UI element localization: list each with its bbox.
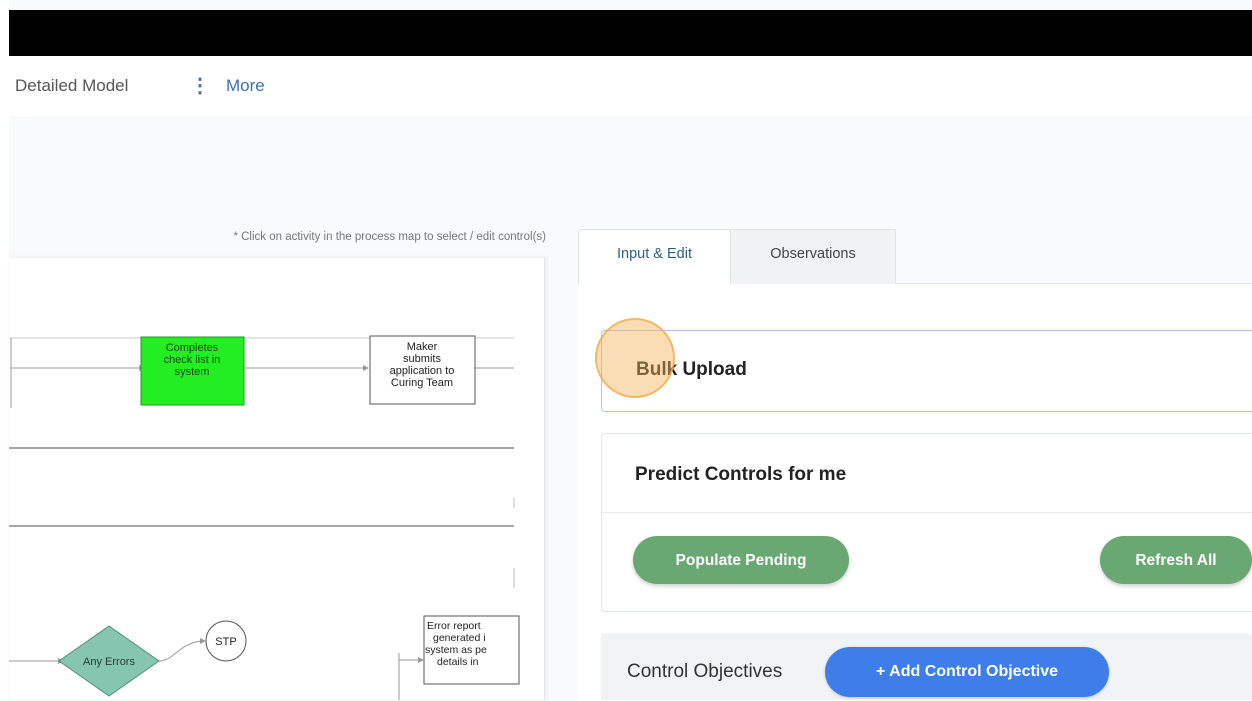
toolbar: Detailed Model ⋮ More bbox=[9, 56, 1252, 116]
node-stp[interactable]: STP bbox=[205, 620, 247, 662]
node-completes-line: check list in bbox=[164, 354, 221, 366]
connector bbox=[158, 640, 203, 662]
node-error-report-line: generated i bbox=[433, 632, 486, 644]
node-error-report-line: Error report bbox=[427, 620, 481, 632]
node-error-report[interactable]: Error report generated i system as pe de… bbox=[423, 615, 520, 685]
node-completes-line: system bbox=[175, 366, 210, 378]
bulk-upload-card[interactable]: Bulk Upload bbox=[601, 330, 1252, 412]
arrow-head bbox=[363, 365, 369, 371]
node-any-errors-label: Any Errors bbox=[83, 656, 135, 668]
process-map-panel: Completes check list in system Maker sub… bbox=[9, 258, 545, 700]
refresh-all-button[interactable]: Refresh All bbox=[1100, 536, 1252, 584]
arrow-head bbox=[418, 657, 424, 663]
node-completes-line: Completes bbox=[166, 342, 219, 354]
detailed-model-label[interactable]: Detailed Model bbox=[15, 76, 128, 96]
tab-observations[interactable]: Observations bbox=[730, 229, 896, 284]
card-divider bbox=[602, 512, 1252, 513]
node-completes-check-list[interactable]: Completes check list in system bbox=[140, 336, 245, 406]
add-control-objective-button[interactable]: + Add Control Objective bbox=[825, 647, 1109, 697]
node-any-errors[interactable]: Any Errors bbox=[58, 625, 160, 697]
node-error-report-line: details in bbox=[437, 656, 479, 668]
node-maker-line: Maker bbox=[407, 341, 438, 353]
node-maker-line: Curing Team bbox=[391, 377, 453, 389]
control-objectives-section: Control Objectives + Add Control Objecti… bbox=[601, 633, 1252, 700]
node-maker-submits[interactable]: Maker submits application to Curing Team bbox=[369, 335, 476, 405]
kebab-menu-icon[interactable]: ⋮ bbox=[190, 74, 210, 98]
node-maker-line: application to bbox=[390, 365, 455, 377]
node-stp-label: STP bbox=[215, 636, 236, 648]
arrow-head bbox=[200, 638, 206, 644]
control-objectives-label: Control Objectives bbox=[627, 661, 783, 682]
left-edge bbox=[0, 0, 9, 700]
populate-pending-button[interactable]: Populate Pending bbox=[633, 536, 849, 584]
node-error-report-line: system as pe bbox=[425, 644, 487, 656]
node-maker-line: submits bbox=[403, 353, 441, 365]
bulk-upload-title: Bulk Upload bbox=[636, 359, 747, 380]
more-link[interactable]: More bbox=[226, 76, 265, 96]
predict-controls-card: Predict Controls for me Populate Pending… bbox=[601, 433, 1252, 612]
predict-controls-title: Predict Controls for me bbox=[635, 464, 847, 485]
top-bar bbox=[9, 10, 1252, 56]
process-map-hint: * Click on activity in the process map t… bbox=[233, 231, 546, 243]
tab-input-edit[interactable]: Input & Edit bbox=[578, 229, 731, 284]
